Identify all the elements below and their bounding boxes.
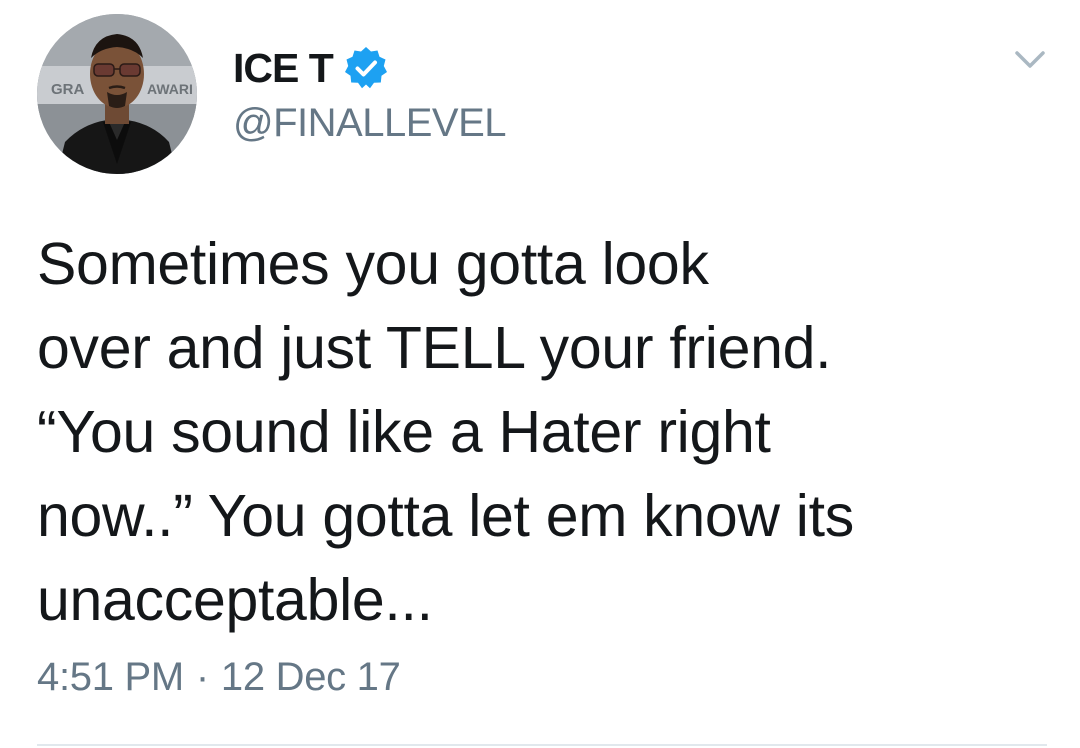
tweet-text-line: over and just TELL your friend. [37, 315, 832, 381]
tweet-text-line: Sometimes you gotta look [37, 231, 709, 297]
tweet-text-line: “You sound like a Hater right [37, 399, 771, 465]
avatar-photo: GRA AWARI [37, 14, 197, 174]
author-name-row[interactable]: ICE T [233, 40, 389, 96]
tweet-timestamp[interactable]: 4:51 PM · 12 Dec 17 [37, 657, 401, 697]
tweet: GRA AWARI ICE T @FINALLEVEL Sometimes yo… [0, 0, 1080, 748]
avatar-backdrop-text-left: GRA [51, 81, 85, 98]
tweet-text: Sometimes you gotta look over and just T… [37, 222, 1047, 642]
divider [37, 744, 1047, 746]
tweet-text-line: unacceptable... [37, 567, 433, 633]
tweet-time: 4:51 PM [37, 655, 184, 699]
display-name[interactable]: ICE T [233, 47, 334, 89]
verified-badge-icon [343, 45, 389, 91]
meta-separator: · [195, 655, 209, 699]
avatar-backdrop-text-right: AWARI [147, 81, 193, 97]
user-handle[interactable]: @FINALLEVEL [233, 103, 507, 143]
chevron-down-icon[interactable] [1012, 42, 1048, 78]
tweet-text-line: now..” You gotta let em know its [37, 483, 854, 549]
tweet-date: 12 Dec 17 [220, 655, 401, 699]
avatar[interactable]: GRA AWARI [37, 14, 197, 174]
